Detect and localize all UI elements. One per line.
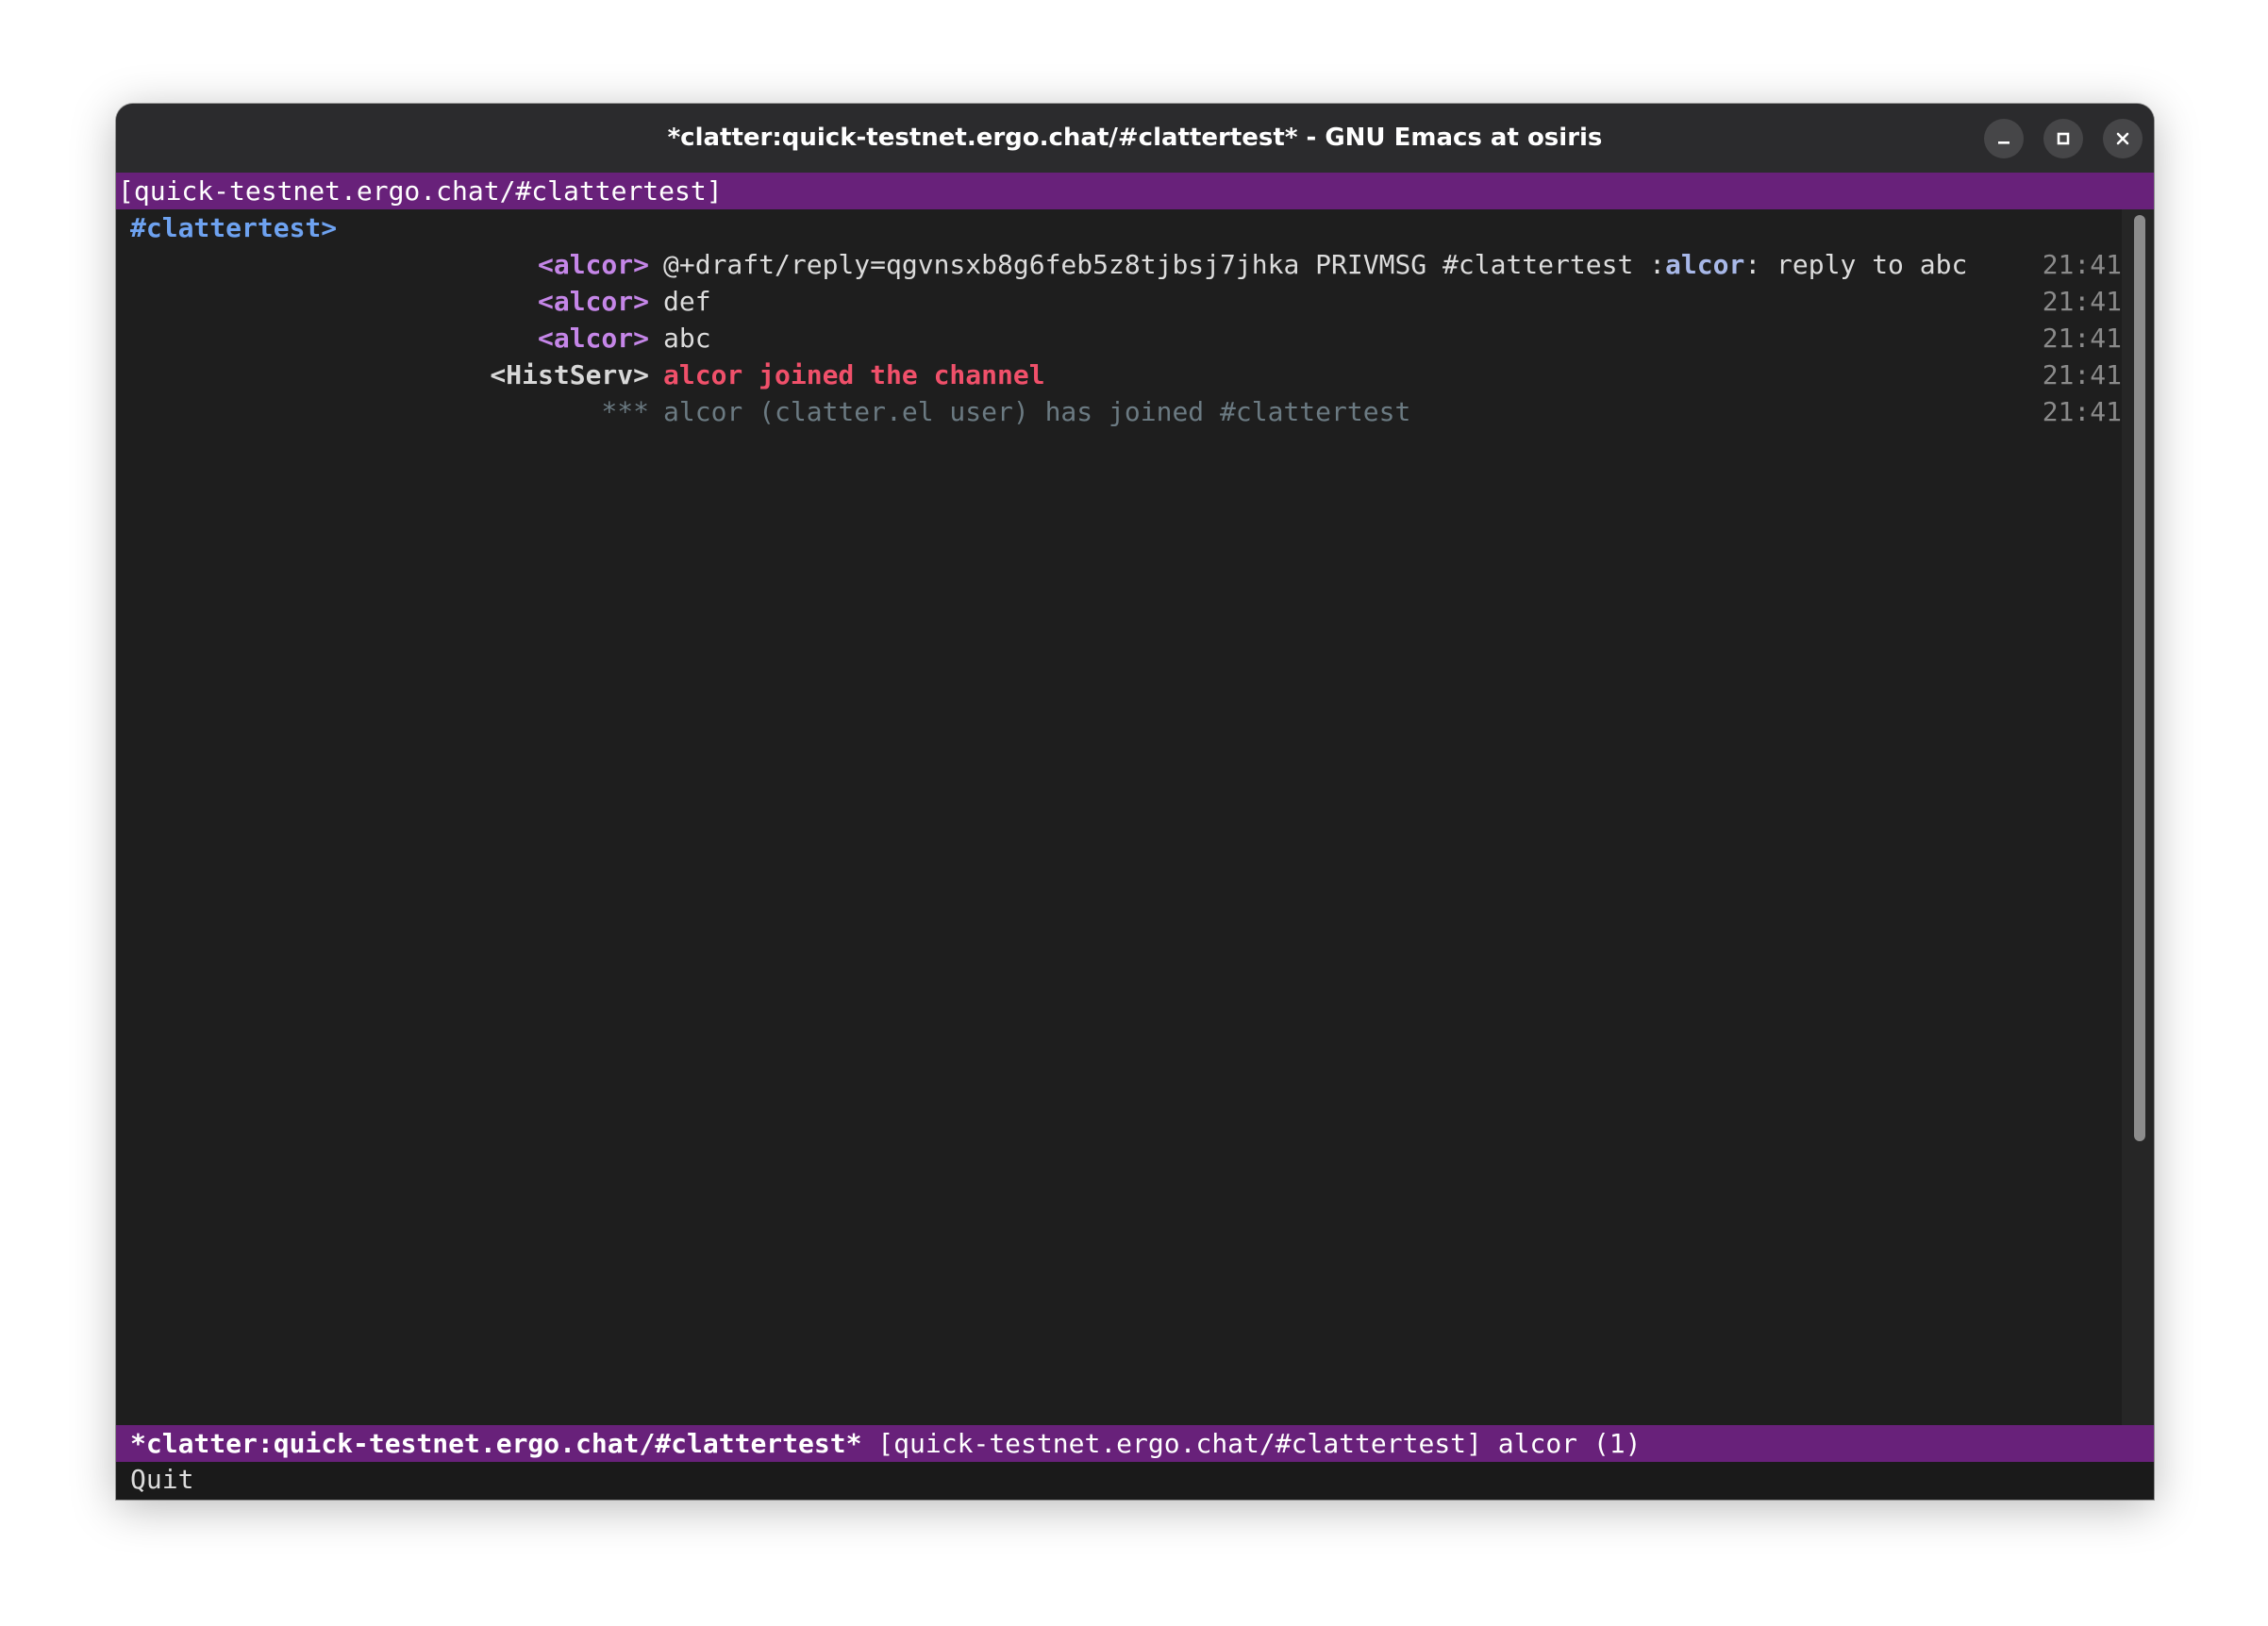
- message-row: <alcor> def 21:41: [116, 283, 2122, 320]
- message-row: <alcor> abc 21:41: [116, 320, 2122, 357]
- mode-line-info: [quick-testnet.ergo.chat/#clattertest] a…: [861, 1428, 1642, 1459]
- header-line: [quick-testnet.ergo.chat/#clattertest]: [116, 173, 2154, 209]
- message-text: @+draft/reply=qgvnsxb8g6feb5z8tjbsj7jhka…: [663, 249, 1968, 280]
- close-icon: [2116, 132, 2129, 145]
- message-nick[interactable]: <alcor>: [538, 320, 649, 357]
- message-timestamp: 21:41: [2042, 249, 2122, 280]
- minimize-icon: [1998, 141, 2010, 144]
- message-text: alcor (clatter.el user) has joined #clat…: [663, 396, 1411, 427]
- echo-area[interactable]: Quit: [116, 1462, 2154, 1500]
- channel-prompt: #clattertest>: [130, 212, 338, 243]
- message-timestamp: 21:41: [2042, 396, 2122, 427]
- message-timestamp: 21:41: [2042, 286, 2122, 317]
- message-text: alcor joined the channel: [663, 359, 1045, 390]
- window-title: *clatter:quick-testnet.ergo.chat/#clatte…: [667, 124, 1603, 152]
- maximize-button[interactable]: [2043, 119, 2083, 158]
- emacs-window: *clatter:quick-testnet.ergo.chat/#clatte…: [116, 104, 2154, 1500]
- message-timestamp: 21:41: [2042, 323, 2122, 354]
- minimize-button[interactable]: [1984, 119, 2024, 158]
- close-button[interactable]: [2103, 119, 2143, 158]
- mode-line[interactable]: *clatter:quick-testnet.ergo.chat/#clatte…: [116, 1425, 2154, 1462]
- nick-highlight: alcor: [1665, 249, 1745, 280]
- system-marker: ***: [601, 396, 649, 427]
- maximize-icon: [2057, 132, 2070, 145]
- scrollbar-thumb[interactable]: [2134, 215, 2145, 1141]
- scrollbar[interactable]: [2122, 209, 2154, 1500]
- message-row: <HistServ> alcor joined the channel 21:4…: [116, 357, 2122, 393]
- chat-buffer[interactable]: #clattertest> <alcor> @+draft/reply=qgvn…: [116, 209, 2122, 1500]
- message-row: *** alcor (clatter.el user) has joined #…: [116, 393, 2122, 430]
- message-text: def: [663, 286, 711, 317]
- message-nick[interactable]: <HistServ>: [490, 357, 649, 393]
- message-timestamp: 21:41: [2042, 359, 2122, 390]
- title-bar[interactable]: *clatter:quick-testnet.ergo.chat/#clatte…: [116, 104, 2154, 173]
- message-row: <alcor> @+draft/reply=qgvnsxb8g6feb5z8tj…: [116, 246, 2122, 283]
- message-text: abc: [663, 323, 711, 354]
- message-nick[interactable]: <alcor>: [538, 283, 649, 320]
- mode-line-buffer-name[interactable]: *clatter:quick-testnet.ergo.chat/#clatte…: [130, 1428, 861, 1459]
- message-nick[interactable]: <alcor>: [538, 246, 649, 283]
